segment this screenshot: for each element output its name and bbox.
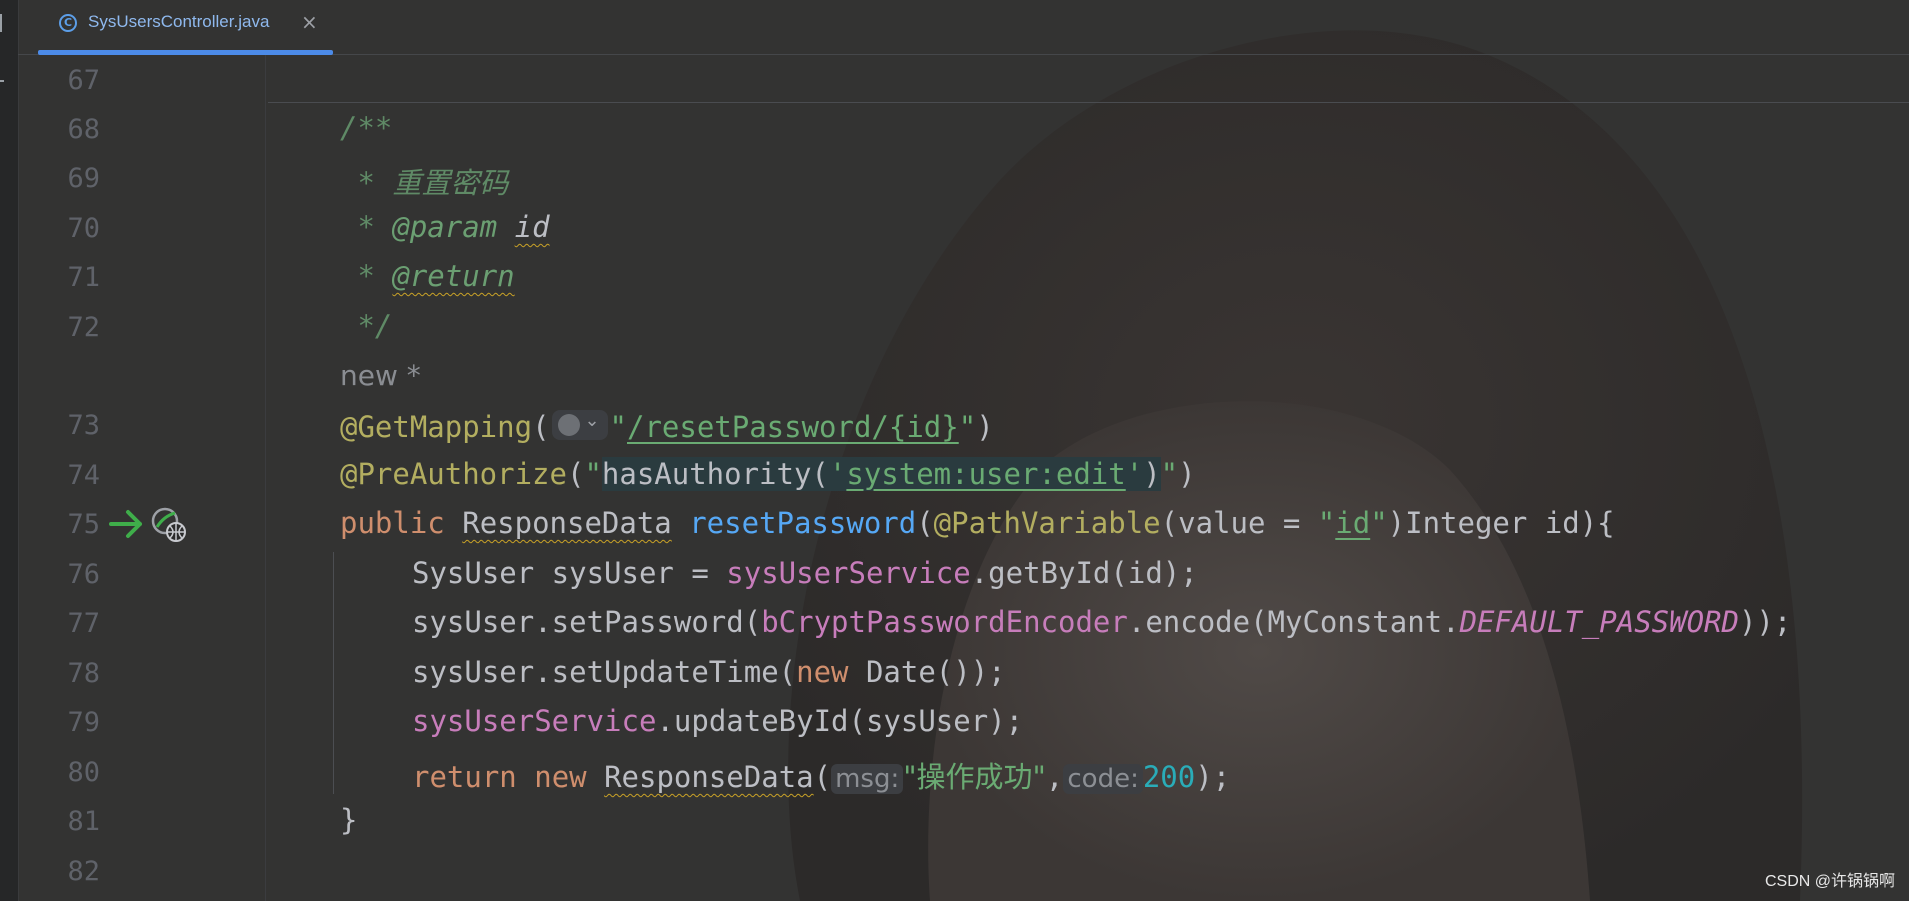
param-hint-msg: msg: — [831, 764, 904, 794]
spel-call: hasAuthority( — [601, 457, 829, 491]
code-line-80[interactable]: return new ResponseData(msg: "操作成功", code:… — [412, 754, 1230, 796]
strip-marker-small — [0, 80, 4, 82]
mapping-path[interactable]: /resetPassword/{id} — [627, 410, 959, 444]
strip-marker — [0, 14, 2, 32]
preauthorize-annotation: @PreAuthorize — [340, 457, 567, 491]
indent-guide — [333, 552, 334, 794]
code-line-78[interactable]: sysUser.setUpdateTime(new Date()); — [412, 655, 1006, 689]
keyword-new: new — [534, 760, 587, 794]
editor-tab-active[interactable]: C SysUsersController.java × — [38, 0, 333, 55]
line-number: 82 — [67, 856, 100, 887]
doc-star: * — [340, 259, 393, 293]
doc-return-tag: @return — [392, 259, 515, 293]
code-text: ); — [1195, 760, 1231, 794]
method-name: resetPassword — [689, 506, 917, 540]
pathvariable-args: (value = — [1160, 506, 1318, 540]
keyword-public: public — [340, 506, 445, 540]
active-tab-indicator — [38, 50, 333, 55]
author-hint: new * — [340, 359, 421, 392]
class-ref: ResponseData — [604, 760, 814, 794]
doc-star: * — [340, 166, 393, 200]
code-line-79[interactable]: sysUserService.updateById(sysUser); — [412, 704, 1023, 738]
code-line-74[interactable]: @PreAuthorize("hasAuthority('system:user… — [340, 457, 1196, 491]
parameter-rest: )Integer id){ — [1387, 506, 1615, 540]
code-line-73[interactable]: @GetMapping(⌄ "/resetPassword/{id}") — [340, 407, 994, 444]
line-number: 80 — [67, 757, 100, 788]
line-number: 75 — [67, 509, 100, 540]
line-number: 70 — [67, 213, 100, 244]
code-text: SysUser sysUser = — [412, 556, 727, 590]
globe-icon — [557, 414, 580, 436]
chevron-down-icon: ⌄ — [584, 410, 600, 431]
code-line-81[interactable]: } — [340, 803, 357, 837]
class-icon: C — [59, 14, 77, 32]
code-line-71[interactable]: * @return — [340, 259, 515, 293]
line-number: 72 — [67, 312, 100, 343]
line-number: 76 — [67, 559, 100, 590]
permission-string: system:user:edit — [846, 457, 1126, 491]
code-text: Date()); — [848, 655, 1006, 689]
code-line-70[interactable]: * @param id — [340, 210, 550, 244]
pathvariable-value: id — [1335, 506, 1371, 540]
editor-tab-bar: C SysUsersController.java × — [18, 0, 1909, 55]
doc-star: * — [340, 210, 393, 244]
line-number: 73 — [67, 410, 100, 441]
code-text: sysUser.setPassword( — [412, 605, 762, 639]
getmapping-annotation: @GetMapping — [340, 410, 533, 444]
line-number: 74 — [67, 460, 100, 491]
line-number: 71 — [67, 262, 100, 293]
line-number: 69 — [67, 163, 100, 194]
doc-param-name: id — [514, 210, 550, 244]
spel-close: ) — [1143, 457, 1161, 491]
watermark: CSDN @许锅锅啊 — [1764, 873, 1895, 890]
line-number: 79 — [67, 707, 100, 738]
doc-param-tag: @param — [392, 210, 498, 244]
code-text: .getById(id); — [970, 556, 1198, 590]
code-line-77[interactable]: sysUser.setPassword(bCryptPasswordEncode… — [412, 605, 1791, 639]
pathvariable-annotation: @PathVariable — [933, 506, 1161, 540]
keyword-new: new — [796, 655, 849, 689]
code-line-68[interactable]: /** — [340, 111, 392, 145]
line-number: 67 — [67, 65, 100, 96]
code-text: sysUser.setUpdateTime( — [412, 655, 797, 689]
string-literal: "操作成功" — [903, 760, 1046, 794]
code-text: .updateById(sysUser); — [656, 704, 1024, 738]
gutter-separator — [265, 55, 266, 901]
author-inlay-hint[interactable]: new * — [340, 358, 421, 392]
doc-description: 重置密码 — [392, 166, 509, 200]
code-text: )); — [1738, 605, 1792, 639]
code-line-76[interactable]: SysUser sysUser = sysUserService.getById… — [412, 556, 1198, 590]
close-icon[interactable]: × — [301, 10, 318, 34]
closing-brace: } — [340, 803, 358, 837]
doc-comment-open: /** — [340, 111, 393, 145]
param-hint-code: code: — [1063, 764, 1143, 794]
run-arrow-icon[interactable] — [108, 505, 146, 543]
tool-window-strip — [0, 0, 19, 901]
sticky-line-divider — [268, 102, 1909, 103]
tab-filename: SysUsersController.java — [88, 12, 270, 31]
keyword-return: return — [412, 760, 517, 794]
line-number: 78 — [67, 658, 100, 689]
constant-ref: DEFAULT_PASSWORD — [1459, 605, 1739, 639]
field-ref: sysUserService — [412, 704, 657, 738]
code-line-75[interactable]: public ResponseData resetPassword(@PathV… — [340, 506, 1615, 540]
url-globe-hint[interactable]: ⌄ — [551, 410, 608, 440]
number-literal: 200 — [1142, 760, 1196, 794]
field-ref: sysUserService — [726, 556, 971, 590]
line-number: 77 — [67, 608, 100, 639]
spel-expression: hasAuthority('system:user:edit') — [601, 457, 1161, 491]
field-ref: bCryptPasswordEncoder — [761, 605, 1128, 639]
code-line-69[interactable]: * 重置密码 — [340, 160, 508, 202]
code-line-72[interactable]: */ — [340, 309, 392, 343]
doc-comment-close: */ — [340, 309, 393, 343]
endpoint-globe-icon[interactable] — [150, 506, 188, 544]
code-text: .encode(MyConstant. — [1127, 605, 1460, 639]
line-number: 68 — [67, 114, 100, 145]
line-number: 81 — [67, 806, 100, 837]
return-type: ResponseData — [462, 506, 672, 540]
